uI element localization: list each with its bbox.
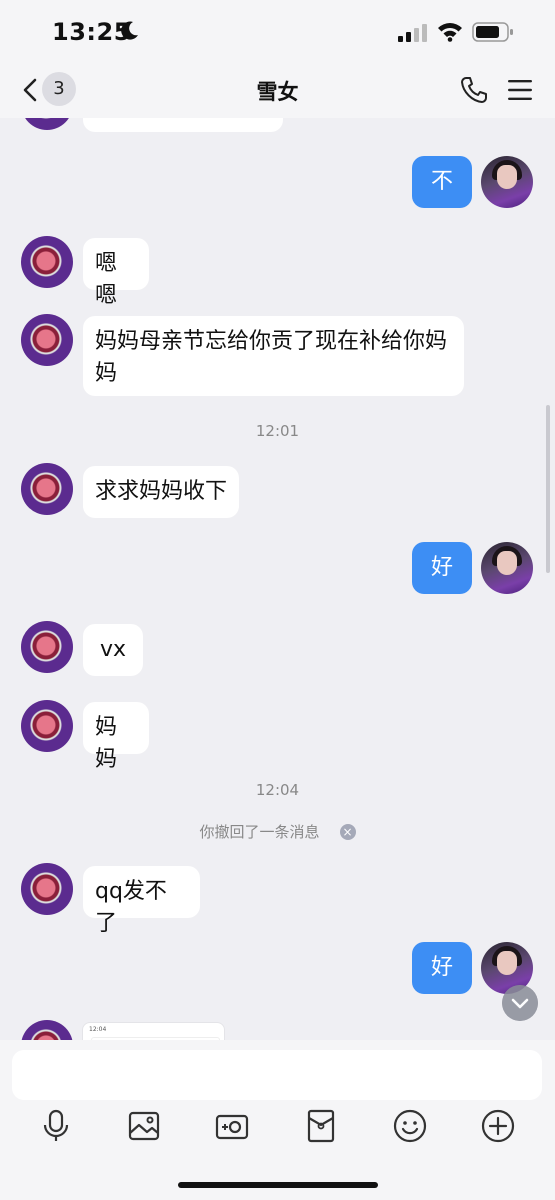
incoming-message[interactable]: 嗯嗯 xyxy=(83,238,149,308)
scrollbar[interactable] xyxy=(546,405,550,573)
contact-avatar[interactable] xyxy=(21,1020,73,1040)
back-chevron-icon xyxy=(23,78,37,102)
my-avatar[interactable] xyxy=(481,542,533,594)
close-icon[interactable]: × xyxy=(339,824,356,840)
input-bar xyxy=(0,1040,555,1200)
message-timestamp: 12:04 xyxy=(255,781,300,799)
camera-icon[interactable] xyxy=(214,1108,250,1144)
red-packet-icon[interactable] xyxy=(303,1108,339,1144)
plus-icon[interactable] xyxy=(480,1108,516,1144)
outgoing-message[interactable]: 好 xyxy=(412,542,472,594)
incoming-message[interactable]: qq发不了 xyxy=(83,866,200,936)
my-avatar[interactable] xyxy=(481,156,533,208)
recall-notice: 你撤回了一条消息 × xyxy=(0,821,555,842)
menu-icon[interactable] xyxy=(507,78,533,102)
recall-text: 你撤回了一条消息 xyxy=(199,823,320,841)
unread-count-badge: 3 xyxy=(42,72,76,106)
battery-icon xyxy=(472,22,513,42)
outgoing-message[interactable]: 不 xyxy=(412,156,472,208)
contact-avatar[interactable] xyxy=(21,463,73,515)
contact-avatar[interactable] xyxy=(21,118,73,130)
message-bubble-partial[interactable] xyxy=(83,118,283,132)
outgoing-message[interactable]: 好 xyxy=(412,942,472,994)
home-indicator[interactable] xyxy=(178,1182,378,1188)
nav-bar: 3 雪女 xyxy=(0,64,555,118)
message-list[interactable]: 不 嗯嗯 妈妈母亲节忘给你贡了现在补给你妈妈 12:01 求求妈妈收下 好 vx… xyxy=(0,118,555,1040)
incoming-message[interactable]: 妈妈母亲节忘给你贡了现在补给你妈妈 xyxy=(83,316,464,396)
contact-avatar[interactable] xyxy=(21,314,73,366)
phone-icon[interactable] xyxy=(460,76,488,104)
image-icon[interactable] xyxy=(126,1108,162,1144)
microphone-icon[interactable] xyxy=(38,1108,74,1144)
thumbnail-status-text: 12:04 xyxy=(89,1026,107,1033)
back-button[interactable]: 3 xyxy=(22,72,82,110)
emoji-icon[interactable] xyxy=(392,1108,428,1144)
status-bar: 13:25 xyxy=(0,0,555,64)
contact-avatar[interactable] xyxy=(21,700,73,752)
message-input[interactable] xyxy=(12,1050,542,1100)
signal-icon xyxy=(398,24,427,42)
incoming-message[interactable]: 妈妈 xyxy=(83,702,149,772)
scroll-down-icon[interactable] xyxy=(502,985,538,1021)
incoming-message[interactable]: vx xyxy=(83,624,143,676)
wifi-icon xyxy=(438,23,462,42)
contact-avatar[interactable] xyxy=(21,236,73,288)
message-timestamp: 12:01 xyxy=(255,422,300,440)
incoming-message[interactable]: 求求妈妈收下 xyxy=(83,466,239,518)
contact-avatar[interactable] xyxy=(21,863,73,915)
contact-avatar[interactable] xyxy=(21,621,73,673)
moon-icon xyxy=(121,21,138,40)
